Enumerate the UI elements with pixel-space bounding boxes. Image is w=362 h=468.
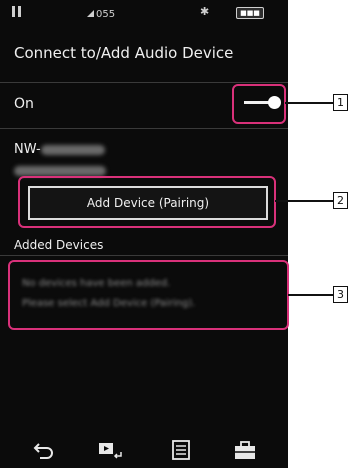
added-devices-header: Added Devices bbox=[14, 238, 104, 252]
callout-box-2 bbox=[18, 176, 276, 228]
back-arrow-icon[interactable] bbox=[30, 438, 60, 462]
player-model-prefix: NW- bbox=[14, 142, 41, 157]
volume-icon bbox=[87, 10, 94, 17]
callout-line-3 bbox=[288, 294, 333, 296]
divider bbox=[0, 82, 288, 83]
toolbox-icon[interactable] bbox=[230, 438, 260, 462]
address-blur bbox=[14, 165, 106, 176]
volume-level: 055 bbox=[96, 9, 116, 20]
volume-indicator: 055 bbox=[87, 9, 116, 20]
bottom-nav bbox=[0, 430, 288, 468]
callout-box-3 bbox=[8, 260, 289, 330]
status-bar: 055 ✱ ■■■ bbox=[0, 0, 288, 28]
callout-line-1 bbox=[285, 102, 333, 104]
callout-number-2: 2 bbox=[333, 192, 348, 209]
now-playing-icon[interactable] bbox=[96, 438, 126, 462]
page-title: Connect to/Add Audio Device bbox=[14, 44, 234, 62]
pause-icon bbox=[12, 6, 22, 17]
callout-number-1: 1 bbox=[333, 94, 348, 111]
device-screen: 055 ✱ ■■■ Connect to/Add Audio Device On… bbox=[0, 0, 288, 468]
library-icon[interactable] bbox=[166, 438, 196, 462]
bluetooth-icon: ✱ bbox=[200, 5, 210, 18]
callout-number-3: 3 bbox=[333, 286, 348, 303]
callout-line-2 bbox=[275, 200, 333, 202]
divider bbox=[0, 255, 288, 256]
battery-level: ■■■ bbox=[240, 9, 260, 17]
divider bbox=[0, 128, 288, 129]
player-name: NW- bbox=[14, 142, 105, 157]
player-model-redacted bbox=[40, 144, 105, 155]
callout-box-1 bbox=[232, 84, 286, 124]
bluetooth-on-label: On bbox=[14, 96, 34, 112]
battery-icon: ■■■ bbox=[236, 7, 264, 19]
